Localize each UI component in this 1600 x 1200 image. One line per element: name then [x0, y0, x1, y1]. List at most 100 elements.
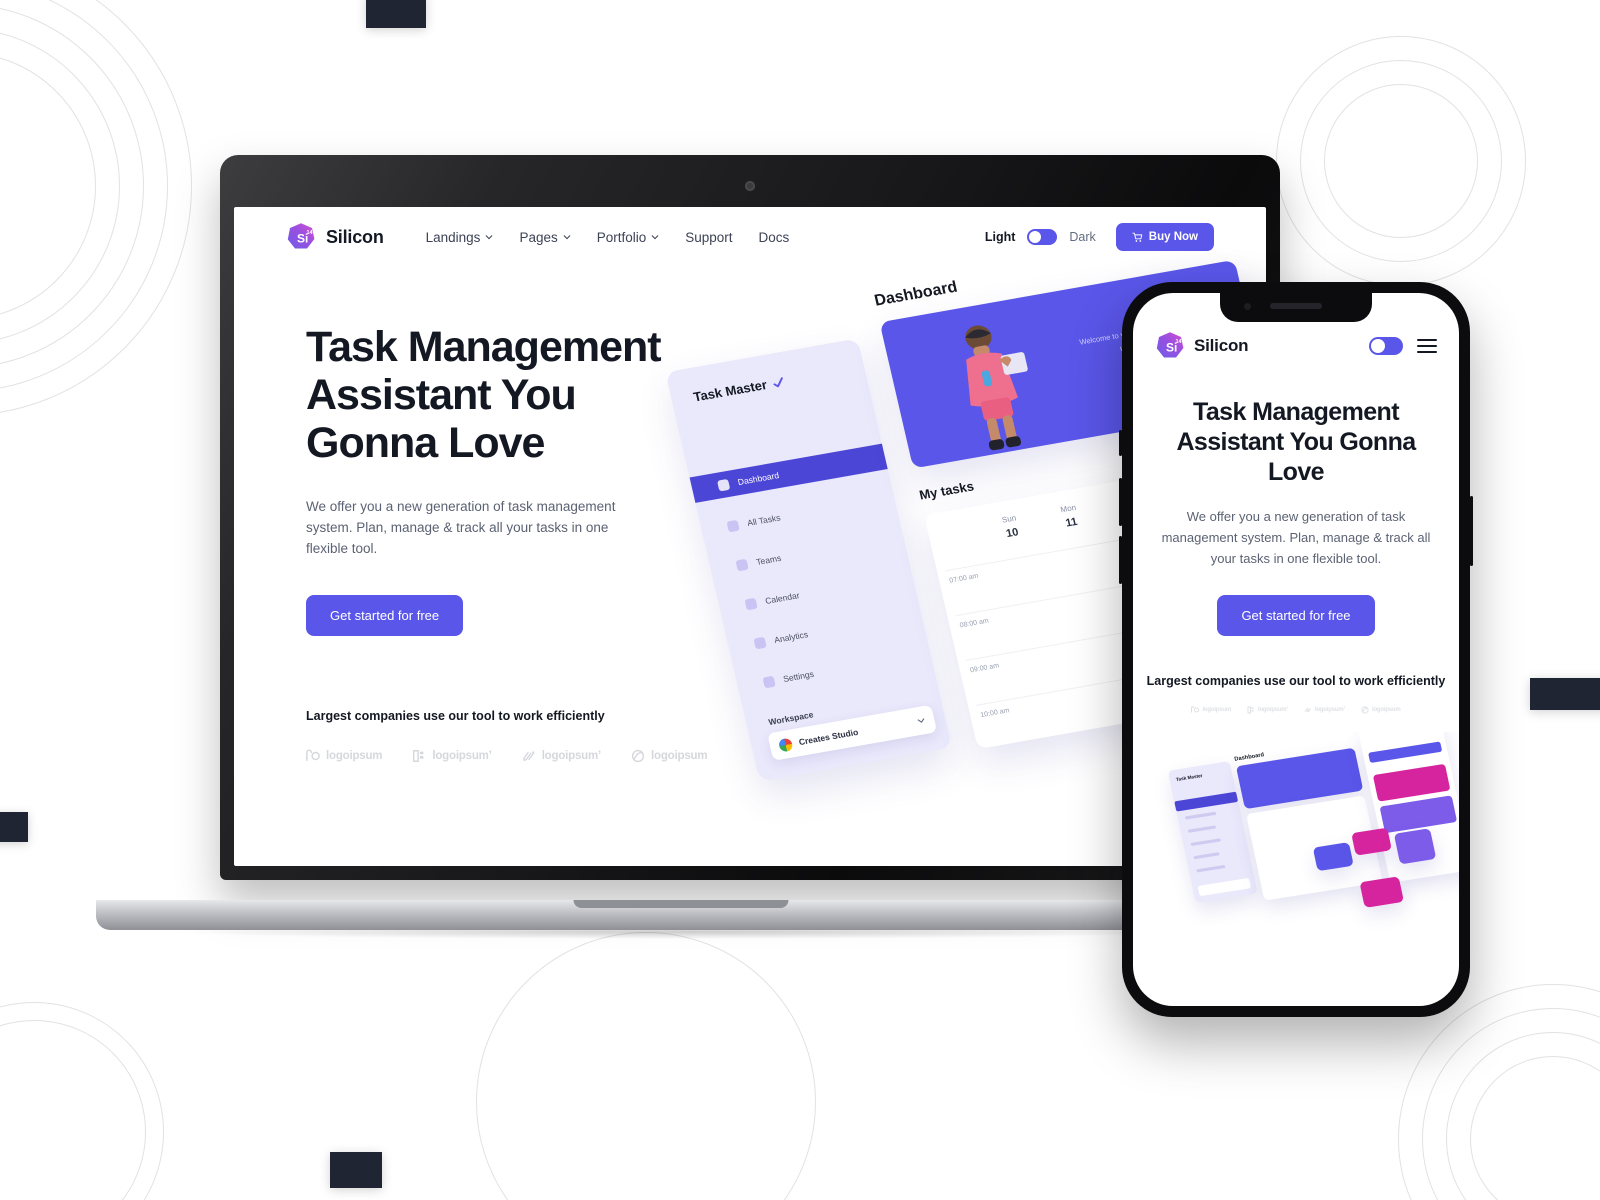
- hero-subtitle: We offer you a new generation of task ma…: [306, 499, 616, 556]
- art-time-row: 08:00 am: [959, 617, 990, 630]
- logoipsum-mark-3-icon: [1304, 708, 1311, 713]
- phone-client-logo-4: logoipsum: [1361, 706, 1401, 714]
- phone-hero: Task Management Assistant You Gonna Love…: [1133, 361, 1459, 637]
- art-nav-label: Teams: [755, 552, 783, 567]
- hero-title-line-2: Assistant You: [306, 371, 577, 420]
- phone-notch: [1220, 293, 1372, 322]
- logoipsum-mark-1-icon: [306, 749, 320, 762]
- client-logo-1: logoipsum: [306, 749, 383, 763]
- nav-link-label: Landings: [425, 229, 481, 245]
- nav-link-label: Portfolio: [596, 229, 647, 245]
- phone-art-app-name: Task Master: [1175, 773, 1203, 783]
- hero-title-line-1: Task Management: [306, 323, 662, 371]
- nav-link-docs[interactable]: Docs: [759, 230, 790, 245]
- client-logo-label: logoipsum’: [541, 750, 602, 763]
- hero-title: Task Management Assistant You Gonna Love: [306, 323, 726, 467]
- client-logo-label: logoipsum’: [432, 750, 492, 763]
- chevron-down-icon: [651, 235, 659, 240]
- phone-power-button: [1470, 496, 1473, 566]
- analytics-icon: [753, 636, 767, 649]
- hero-title-line-3: Gonna Love: [306, 419, 545, 468]
- theme-light-label: Light: [984, 230, 1016, 244]
- phone-volume-up-button: [1119, 478, 1122, 526]
- nav-link-portfolio[interactable]: Portfolio: [597, 230, 660, 245]
- decor-square-left: [0, 812, 28, 842]
- phone-speaker-icon: [1270, 303, 1322, 309]
- phone-get-started-button[interactable]: Get started for free: [1217, 595, 1375, 637]
- art-page-title: Dashboard: [872, 278, 960, 310]
- client-logo-label: logoipsum: [651, 750, 708, 763]
- art-time-row: 07:00 am: [948, 572, 980, 585]
- silicon-hexagon-logo-icon: Si 14: [1155, 331, 1185, 361]
- phone-client-label: logoipsum’: [1258, 707, 1288, 714]
- phone-clients-title: Largest companies use our tool to work e…: [1146, 674, 1446, 689]
- laptop-base: [96, 900, 1266, 930]
- phone-screen: Si 14 Silicon Task Management Assistant …: [1133, 293, 1459, 1006]
- teams-icon: [735, 558, 749, 571]
- phone-mockup: Si 14 Silicon Task Management Assistant …: [1119, 282, 1473, 1017]
- phone-art-task-chip: [1359, 876, 1404, 909]
- get-started-button[interactable]: Get started for free: [306, 595, 464, 637]
- workspace-mark-icon: [777, 737, 794, 752]
- phone-theme-toggle-switch[interactable]: [1369, 337, 1403, 355]
- logoipsum-mark-4-icon: [1361, 706, 1369, 714]
- hero-content: Task Management Assistant You Gonna Love…: [306, 323, 726, 763]
- calendar-icon: [744, 597, 758, 610]
- phone-volume-down-button: [1119, 536, 1122, 584]
- check-mark-icon: [773, 376, 783, 387]
- page-root: Si 14 Silicon Landings Pages Portfolio S…: [0, 0, 1600, 1200]
- phone-client-label: logoipsum’: [1315, 707, 1345, 714]
- phone-client-logo-2: logoipsum’: [1247, 706, 1288, 714]
- art-nav-label: Dashboard: [736, 470, 780, 488]
- nav-link-landings[interactable]: Landings: [426, 230, 494, 245]
- client-logo-4: logoipsum: [631, 749, 708, 763]
- brand-logo[interactable]: Si 14 Silicon: [286, 222, 384, 252]
- logoipsum-mark-2-icon: [1247, 706, 1254, 714]
- phone-volume-button: [1119, 430, 1122, 456]
- art-workspace-value: Creates Studio: [797, 726, 860, 748]
- svg-text:14: 14: [1176, 339, 1183, 345]
- phone-art-task-chip: [1393, 828, 1437, 865]
- phone-navbar-right: [1369, 337, 1437, 355]
- phone-client-logos: logoipsum logoipsum’ logoipsum’ logoipsu…: [1133, 706, 1459, 714]
- art-time-row: 09:00 am: [969, 662, 1000, 675]
- client-logo-3: logoipsum’: [522, 749, 601, 763]
- decor-square-right: [1530, 678, 1600, 710]
- art-time-row: 10:00 am: [979, 707, 1011, 720]
- nav-links: Landings Pages Portfolio Support Docs: [426, 230, 790, 245]
- chevron-down-icon: [563, 235, 571, 240]
- laptop-camera-icon: [745, 181, 755, 191]
- chevron-down-icon: [917, 718, 925, 723]
- decor-square-top: [366, 0, 426, 28]
- art-nav-label: Calendar: [764, 590, 801, 606]
- art-nav-label: All Tasks: [746, 512, 782, 528]
- art-weekday: Sun 10: [1001, 513, 1020, 541]
- chevron-down-icon: [486, 235, 493, 240]
- phone-brand-name: Silicon: [1194, 336, 1249, 355]
- phone-hero-subtitle: We offer you a new generation of task ma…: [1161, 509, 1431, 566]
- logoipsum-mark-1-icon: [1191, 706, 1200, 713]
- client-logos: logoipsum logoipsum’ logoipsum’ logoipsu…: [306, 749, 726, 763]
- nav-link-pages[interactable]: Pages: [519, 230, 571, 245]
- phone-art-page-title: Dashboard: [1233, 751, 1265, 763]
- art-tasks-title: My tasks: [917, 478, 976, 503]
- hero-section: Task Management Assistant You Gonna Love…: [234, 259, 1266, 782]
- phone-client-label: logoipsum: [1372, 707, 1401, 714]
- phone-client-logo-1: logoipsum: [1191, 706, 1231, 714]
- decor-square-bottom: [330, 1152, 382, 1188]
- phone-client-label: logoipsum: [1202, 707, 1231, 714]
- logoipsum-mark-3-icon: [522, 751, 535, 762]
- logoipsum-mark-4-icon: [631, 749, 645, 763]
- laptop-mockup: Si 14 Silicon Landings Pages Portfolio S…: [96, 155, 1280, 939]
- svg-text:14: 14: [307, 230, 314, 236]
- art-weekday: Mon 11: [1059, 502, 1079, 530]
- client-logo-label: logoipsum: [326, 750, 383, 763]
- phone-dashboard-artwork: Task Master Dashboard: [1133, 732, 1459, 952]
- hamburger-menu-icon[interactable]: [1417, 339, 1437, 353]
- tasks-icon: [726, 519, 740, 532]
- brand-name: Silicon: [326, 226, 384, 247]
- art-nav-label: Analytics: [773, 629, 809, 645]
- phone-camera-icon: [1244, 303, 1251, 310]
- silicon-hexagon-logo-icon: Si 14: [286, 222, 316, 252]
- nav-link-support[interactable]: Support: [685, 230, 732, 245]
